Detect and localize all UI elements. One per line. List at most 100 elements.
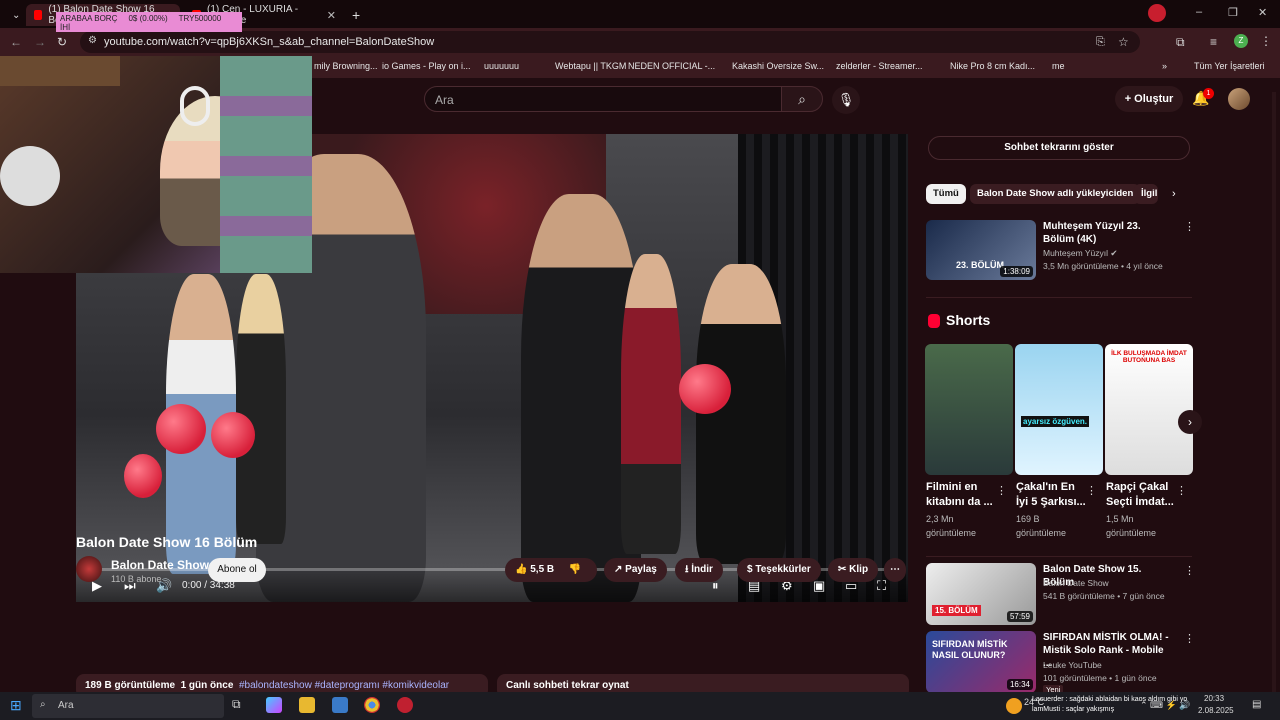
close-window-icon[interactable]: ✕ [1258,6,1267,19]
microphone-icon: 🎙 [837,92,855,107]
bookmarks-overflow-icon[interactable]: » [1162,61,1167,71]
short-thumbnail[interactable]: İLK BULUŞMADA İMDAT BUTONUNA BAS [1105,344,1193,475]
bookmark-item[interactable]: Nike Pro 8 cm Kadı... [950,61,1035,71]
thumbs-down-icon[interactable]: 👎 [569,564,581,575]
like-dislike-button[interactable]: 👍 5,5 B 👎 [505,558,597,582]
bookmark-item[interactable]: io Games - Play on i... [382,61,471,71]
tray-icons[interactable]: ⌃ ⌨ ⚡ 🔊 [1140,700,1190,711]
video-card-channel[interactable]: Balon Date Show [1043,577,1109,590]
taskbar-search[interactable]: ⌕ Ara [32,694,224,718]
bookmark-item[interactable]: Webtapu || TKGM [555,61,626,71]
back-icon[interactable]: ← [10,35,22,49]
short-views: 2,3 Mn görüntüleme [926,512,976,540]
weather-icon[interactable] [1006,698,1022,714]
short-title[interactable]: Filmini en kitabını da ... [926,480,993,510]
more-options-icon[interactable]: ⋮ [996,484,1007,497]
page-scrollbar[interactable] [1272,92,1276,692]
forward-icon[interactable]: → [34,35,46,49]
chip-related[interactable]: İlgili [1134,184,1158,204]
bookmark-item[interactable]: mily Browning... [314,61,378,71]
short-title[interactable]: Çakal'ın En İyi 5 Şarkısı... [1016,480,1086,510]
video-card-meta: 101 görüntüleme • 1 gün önce [1043,673,1157,683]
windows-start-icon[interactable]: ⊞ [10,697,22,714]
obs-icon[interactable] [397,697,413,713]
channel-avatar[interactable] [76,556,102,582]
new-tab-button[interactable]: + [344,4,364,26]
copilot-icon[interactable] [266,697,282,713]
search-input[interactable]: Ara [424,86,782,112]
all-bookmarks-folder[interactable]: Tüm Yer İşaretleri [1194,61,1265,71]
video-card-channel[interactable]: Muhteşem Yüzyıl ✔ [1043,247,1118,260]
video-card-title[interactable]: Muhteşem Yüzyıl 23. Bölüm (4K) [1043,220,1173,246]
task-view-icon[interactable]: ⧉ [232,697,248,713]
reload-icon[interactable]: ↻ [57,35,67,49]
clock-time[interactable]: 20:33 [1204,694,1224,703]
short-views: 169 B görüntüleme [1016,512,1066,540]
account-avatar[interactable] [1228,88,1250,110]
create-button[interactable]: + Oluştur [1115,86,1183,112]
more-options-icon[interactable]: ⋮ [1086,484,1097,497]
browser-menu-icon[interactable]: ⋮ [1260,34,1272,48]
channel-name[interactable]: Balon Date Show [111,558,209,572]
video-card-meta: 541 B görüntüleme • 7 gün önce [1043,591,1165,601]
video-balloon [211,412,255,458]
clock-date[interactable]: 2.08.2025 [1198,706,1234,715]
bookmark-item[interactable]: uuuuuuu [484,61,519,71]
chrome-icon[interactable] [364,697,380,713]
short-views-line: görüntüleme [926,528,977,538]
video-thumbnail[interactable]: SIFIRDAN MİSTİK NASIL OLUNUR? 16:34 [926,631,1036,693]
download-button[interactable]: ⭳ İndir [675,558,723,582]
install-app-icon[interactable]: ⎘ [1096,36,1105,49]
bookmark-item[interactable]: zelderler - Streamer... [836,61,923,71]
store-icon[interactable] [332,697,348,713]
hashtags[interactable]: #balondateshow #dateprogramı #komikvideo… [239,680,449,691]
more-options-icon[interactable]: ⋮ [1184,632,1195,645]
bookmark-item[interactable]: me [1052,61,1065,71]
close-tab-icon[interactable]: ✕ [327,9,336,22]
more-options-icon[interactable]: ⋮ [1184,220,1195,233]
minimize-icon[interactable]: – [1196,6,1202,18]
chip-all[interactable]: Tümü [926,184,966,204]
tab-list-button[interactable]: ⌄ [4,4,24,26]
short-views: 1,5 Mn görüntüleme [1106,512,1156,540]
short-thumbnail[interactable] [925,344,1013,475]
bookmark-item[interactable]: NEDEN OFFICIAL -... [628,61,715,71]
address-bar-row: ← → ↻ ⚙ youtube.com/watch?v=qpBj6XKSn_s&… [0,28,1280,56]
clip-button[interactable]: ✂ Klip [828,558,879,582]
webcam-overlay [0,56,312,273]
video-card-channel[interactable]: Leuke YouTube [1043,659,1102,672]
url-field[interactable]: ⚙ youtube.com/watch?v=qpBj6XKSn_s&ab_cha… [80,31,1140,53]
site-info-icon[interactable]: ⚙ [88,35,97,46]
voice-search-button[interactable]: 🎙 [832,86,860,114]
fullscreen-icon[interactable]: ⛶ [877,578,886,594]
short-title-line: Seçti İmdat... [1106,496,1174,508]
chip-from-uploader[interactable]: Balon Date Show adlı yükleyiciden [970,184,1141,204]
file-explorer-icon[interactable] [299,697,315,713]
shorts-next-icon[interactable]: › [1178,410,1202,434]
extension-logo-icon[interactable] [1148,4,1166,22]
media-control-icon[interactable]: ≡ [1210,35,1217,49]
video-thumbnail[interactable]: 15. BÖLÜM 57:59 [926,563,1036,625]
more-options-icon[interactable]: ⋮ [1176,484,1187,497]
short-thumbnail[interactable]: ayarsız özgüven. [1015,344,1103,475]
bookmark-star-icon[interactable]: ☆ [1118,35,1129,49]
like-count: 5,5 B [530,564,555,575]
search-button[interactable]: ⌕ [781,86,823,112]
more-options-icon[interactable]: ⋮ [1184,564,1195,577]
video-thumbnail[interactable]: 23. BÖLÜM 1:38:09 [926,220,1036,280]
ticker-line: lamMusti : saçlar yakışmış [1032,706,1115,713]
short-caption: ayarsız özgüven. [1021,416,1090,427]
chips-next-icon[interactable]: › [1172,188,1176,200]
extensions-icon[interactable]: ⧉ [1176,35,1185,50]
profile-avatar[interactable]: Z [1234,34,1248,48]
share-button[interactable]: ↗ Paylaş [604,558,667,582]
restore-icon[interactable]: ❐ [1228,6,1238,19]
short-title[interactable]: Rapçi Çakal Seçti İmdat... [1106,480,1174,510]
more-actions-icon[interactable]: ⋯ [884,558,906,582]
thanks-button[interactable]: $ Teşekkürler [737,558,821,582]
subscribe-button[interactable]: Abone ol [208,558,266,582]
show-chat-replay-button[interactable]: Sohbet tekrarını göster [928,136,1190,160]
thumbs-up-icon[interactable]: 👍 [515,564,527,575]
notification-center-icon[interactable]: ▤ [1252,699,1261,710]
bookmark-item[interactable]: Kakashi Oversize Sw... [732,61,824,71]
